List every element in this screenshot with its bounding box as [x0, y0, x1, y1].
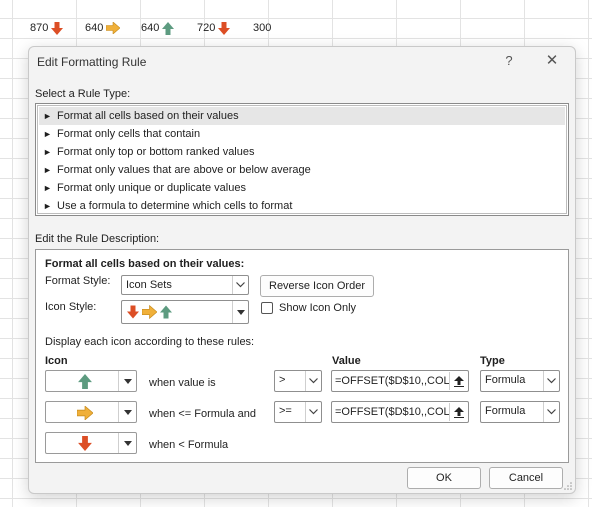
chevron-down-icon [232, 276, 248, 294]
chevron-down-icon [305, 402, 321, 422]
rule-type-item[interactable]: ► Format only values that are above or be… [39, 161, 565, 179]
rule-type-item[interactable]: ► Format only top or bottom ranked values [39, 143, 565, 161]
red-down-arrow-icon [51, 21, 64, 35]
cell-value: 300 [253, 22, 272, 34]
help-button[interactable]: ? [499, 51, 519, 71]
close-button[interactable]: ✕ [541, 51, 563, 71]
red-down-arrow-icon [127, 305, 139, 319]
collapse-arrow-icon [453, 406, 464, 418]
type-select-row-2[interactable]: Formula [480, 401, 560, 423]
bullet-arrow-icon: ► [43, 165, 52, 175]
edit-description-label: Edit the Rule Description: [35, 233, 160, 245]
rule-type-list[interactable]: ► Format all cells based on their values … [35, 103, 569, 216]
dialog-title: Edit Formatting Rule [37, 55, 147, 69]
type-select-row-1[interactable]: Formula [480, 370, 560, 392]
bullet-arrow-icon: ► [43, 111, 52, 121]
dialog-titlebar[interactable]: Edit Formatting Rule ? ✕ [29, 47, 575, 77]
edit-formatting-rule-dialog: Edit Formatting Rule ? ✕ Select a Rule T… [28, 46, 576, 494]
bullet-arrow-icon: ► [43, 201, 52, 211]
value-input-row-2[interactable]: =OFFSET($D$10,,COL [331, 401, 469, 423]
rule-description-panel: Format all cells based on their values: … [35, 249, 569, 463]
icon-picker-row-3[interactable] [45, 432, 137, 454]
yellow-right-arrow-icon [77, 406, 93, 420]
sheet-cell[interactable]: 720 [197, 20, 231, 36]
red-down-arrow-icon [78, 436, 92, 451]
show-icon-only-checkbox[interactable] [261, 302, 273, 314]
icon-set-preview [127, 305, 172, 319]
resize-grip-icon[interactable] [564, 482, 572, 490]
icon-style-select[interactable] [121, 300, 249, 324]
description-heading: Format all cells based on their values: [45, 258, 245, 270]
collapse-dialog-button[interactable] [449, 403, 467, 421]
operator-select-row-1[interactable]: > [274, 370, 322, 392]
collapse-dialog-button[interactable] [449, 372, 467, 390]
green-up-arrow-icon [162, 21, 175, 35]
value-input-row-1[interactable]: =OFFSET($D$10,,COL [331, 370, 469, 392]
sheet-cell[interactable]: 300 [253, 20, 271, 36]
chevron-down-icon [305, 371, 321, 391]
chevron-down-icon [232, 301, 248, 323]
cell-value: 870 [30, 22, 49, 34]
row-3-condition: when < Formula [149, 439, 229, 451]
row-2-condition: when <= Formula and [149, 408, 257, 420]
rule-type-item[interactable]: ► Use a formula to determine which cells … [39, 197, 565, 215]
format-style-select[interactable]: Icon Sets [121, 275, 249, 295]
bullet-arrow-icon: ► [43, 183, 52, 193]
cancel-button[interactable]: Cancel [489, 467, 563, 489]
yellow-right-arrow-icon [106, 22, 121, 34]
bullet-arrow-icon: ► [43, 129, 52, 139]
sheet-cell[interactable]: 870 [30, 20, 64, 36]
type-column-header: Type [480, 355, 505, 367]
chevron-down-icon [118, 402, 136, 422]
chevron-down-icon [118, 433, 136, 453]
collapse-arrow-icon [453, 375, 464, 387]
green-up-arrow-icon [78, 374, 92, 389]
rule-type-item[interactable]: ► Format only unique or duplicate values [39, 179, 565, 197]
sheet-cell[interactable]: 640 [141, 20, 175, 36]
bullet-arrow-icon: ► [43, 147, 52, 157]
icon-style-label: Icon Style: [45, 301, 97, 313]
select-rule-type-label: Select a Rule Type: [35, 88, 131, 100]
icon-picker-row-1[interactable] [45, 370, 137, 392]
cell-value: 640 [141, 22, 160, 34]
row-1-condition: when value is [149, 377, 216, 389]
icon-picker-row-2[interactable] [45, 401, 137, 423]
display-rules-label: Display each icon according to these rul… [45, 336, 255, 348]
chevron-down-icon [543, 371, 559, 391]
rule-type-item[interactable]: ► Format all cells based on their values [39, 107, 565, 125]
value-column-header: Value [332, 355, 361, 367]
green-up-arrow-icon [160, 305, 172, 319]
cell-value: 720 [197, 22, 216, 34]
show-icon-only-label: Show Icon Only [279, 302, 357, 314]
reverse-icon-order-button[interactable]: Reverse Icon Order [260, 275, 374, 297]
sheet-cell[interactable]: 640 [85, 20, 121, 36]
red-down-arrow-icon [218, 21, 231, 35]
rule-type-item[interactable]: ► Format only cells that contain [39, 125, 565, 143]
operator-select-row-2[interactable]: >= [274, 401, 322, 423]
format-style-label: Format Style: [45, 275, 111, 287]
yellow-right-arrow-icon [142, 305, 157, 319]
cell-value: 640 [85, 22, 104, 34]
ok-button[interactable]: OK [407, 467, 481, 489]
chevron-down-icon [543, 402, 559, 422]
chevron-down-icon [118, 371, 136, 391]
icon-column-header: Icon [45, 355, 68, 367]
